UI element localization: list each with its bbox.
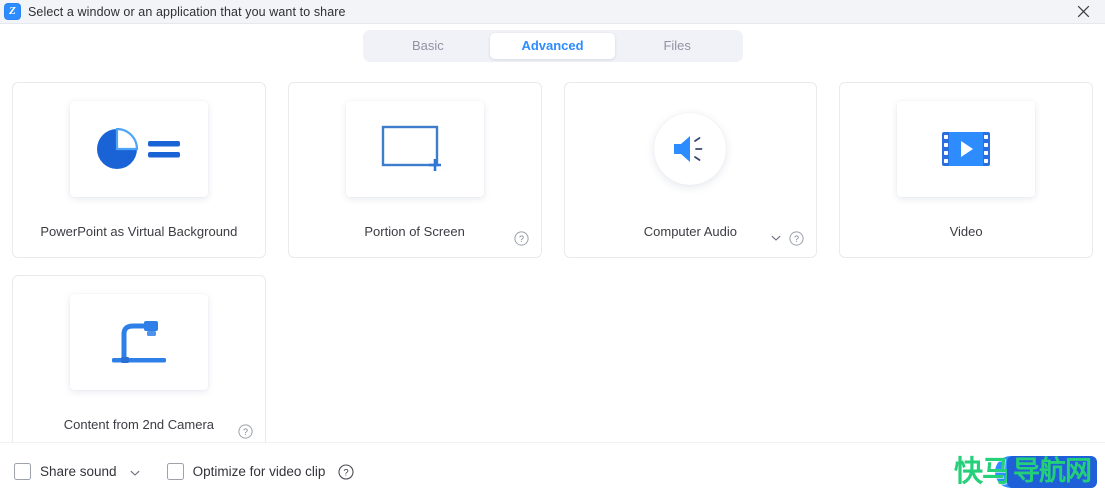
share-option-portion-of-screen[interactable]: Portion of Screen ? bbox=[288, 82, 542, 258]
zoom-logo-letter: Z bbox=[9, 6, 16, 17]
share-sound-group: Share sound bbox=[14, 463, 141, 480]
share-options-area: PowerPoint as Virtual Background Portion… bbox=[0, 68, 1105, 442]
pie-chart-icon bbox=[96, 128, 182, 170]
tab-bar: Basic Advanced Files bbox=[0, 24, 1105, 68]
tab-advanced[interactable]: Advanced bbox=[490, 33, 615, 59]
share-screen-dialog: Z Select a window or an application that… bbox=[0, 0, 1105, 500]
share-sound-label: Share sound bbox=[40, 464, 117, 479]
zoom-logo-icon: Z bbox=[4, 3, 21, 20]
share-option-computer-audio[interactable]: Computer Audio ? bbox=[564, 82, 818, 258]
audio-dropdown-chevron-down-icon[interactable] bbox=[770, 231, 782, 243]
svg-text:?: ? bbox=[243, 427, 248, 437]
card-footer: Content from 2nd Camera bbox=[13, 417, 265, 432]
film-play-icon bbox=[940, 129, 992, 169]
close-icon[interactable] bbox=[1061, 0, 1105, 24]
card-label: Video bbox=[950, 224, 983, 239]
card-footer: Video bbox=[840, 224, 1092, 239]
card-label: Computer Audio bbox=[644, 224, 737, 239]
svg-text:?: ? bbox=[518, 234, 523, 244]
card-label: Portion of Screen bbox=[364, 224, 464, 239]
help-icon[interactable]: ? bbox=[238, 424, 253, 439]
card-footer: Portion of Screen bbox=[289, 224, 541, 239]
tab-files[interactable]: Files bbox=[615, 33, 740, 59]
optimize-video-clip-label: Optimize for video clip bbox=[193, 464, 326, 479]
card-label: PowerPoint as Virtual Background bbox=[40, 224, 237, 239]
share-sound-chevron-down-icon[interactable] bbox=[129, 466, 141, 478]
card-label: Content from 2nd Camera bbox=[64, 417, 214, 432]
svg-text:?: ? bbox=[794, 234, 799, 244]
share-options-grid: PowerPoint as Virtual Background Portion… bbox=[12, 82, 1093, 442]
card-footer: PowerPoint as Virtual Background bbox=[13, 224, 265, 239]
document-camera-icon bbox=[106, 316, 172, 368]
optimize-video-clip-group: Optimize for video clip ? bbox=[167, 463, 355, 480]
share-button[interactable]: Share bbox=[995, 456, 1091, 488]
tab-basic[interactable]: Basic bbox=[366, 33, 491, 59]
card-thumbnail bbox=[70, 294, 208, 390]
share-sound-checkbox[interactable] bbox=[14, 463, 31, 480]
help-icon[interactable]: ? bbox=[514, 231, 529, 246]
svg-text:?: ? bbox=[344, 467, 349, 478]
title-bar: Z Select a window or an application that… bbox=[0, 0, 1105, 24]
help-icon[interactable]: ? bbox=[789, 231, 804, 246]
help-icon[interactable]: ? bbox=[338, 464, 354, 480]
share-option-video[interactable]: Video bbox=[839, 82, 1093, 258]
optimize-video-clip-checkbox[interactable] bbox=[167, 463, 184, 480]
dialog-title: Select a window or an application that y… bbox=[28, 5, 1061, 19]
bottom-bar: Share sound Optimize for video clip ? Sh… bbox=[0, 442, 1105, 500]
share-option-content-from-2nd-camera[interactable]: Content from 2nd Camera ? bbox=[12, 275, 266, 442]
portion-of-screen-icon bbox=[379, 121, 451, 177]
card-thumbnail bbox=[897, 101, 1035, 197]
tab-group: Basic Advanced Files bbox=[363, 30, 743, 62]
share-option-powerpoint-virtual-background[interactable]: PowerPoint as Virtual Background bbox=[12, 82, 266, 258]
card-thumbnail bbox=[70, 101, 208, 197]
card-thumbnail bbox=[346, 101, 484, 197]
card-thumbnail bbox=[654, 113, 726, 185]
speaker-icon bbox=[670, 132, 710, 166]
